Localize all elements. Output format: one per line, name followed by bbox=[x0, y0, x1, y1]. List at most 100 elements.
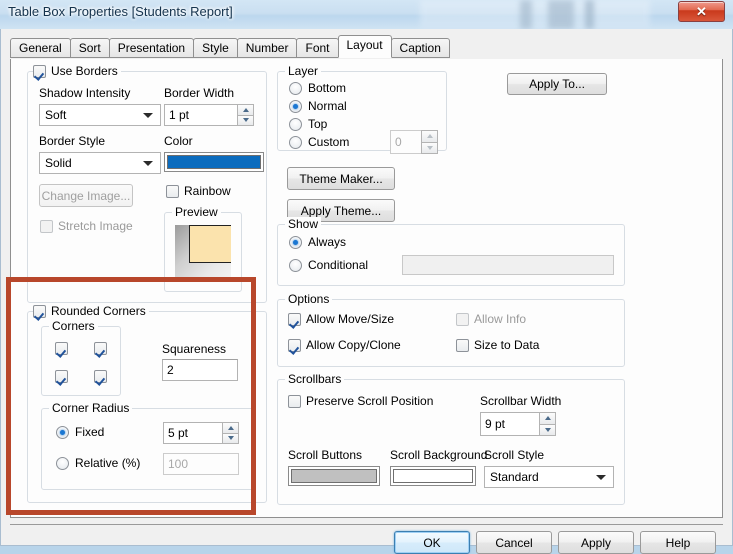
preserve-scroll-position-row[interactable]: Preserve Scroll Position bbox=[288, 394, 433, 408]
stepper-down-button[interactable] bbox=[222, 432, 239, 444]
scroll-style-select[interactable]: Standard bbox=[484, 466, 614, 488]
relative-radius-input[interactable]: 100 bbox=[163, 453, 239, 475]
preview-legend: Preview bbox=[172, 205, 221, 219]
tab-sort[interactable]: Sort bbox=[69, 38, 110, 58]
corner-bottom-left-checkbox[interactable] bbox=[55, 370, 68, 383]
scrollbar-width-value[interactable]: 9 pt bbox=[480, 412, 539, 436]
fixed-radius-spinner[interactable]: 5 pt bbox=[163, 422, 239, 444]
checkbox-icon[interactable] bbox=[288, 338, 301, 352]
chevron-down-icon bbox=[143, 161, 153, 166]
corner-top-right-checkbox[interactable] bbox=[94, 342, 107, 355]
option-allow-copy-clone[interactable]: Allow Copy/Clone bbox=[288, 338, 401, 352]
scrollbars-group: Scrollbars Preserve Scroll Position Scro… bbox=[277, 372, 625, 505]
radio-icon[interactable] bbox=[289, 117, 302, 131]
tab-label: Style bbox=[202, 40, 229, 55]
tab-caption[interactable]: Caption bbox=[390, 38, 450, 58]
fixed-radius-value[interactable]: 5 pt bbox=[163, 422, 222, 444]
radio-icon[interactable] bbox=[289, 81, 302, 95]
border-width-spinner[interactable]: 1 pt bbox=[164, 104, 254, 126]
tab-number[interactable]: Number bbox=[236, 38, 298, 58]
stepper-down-button[interactable] bbox=[539, 423, 556, 436]
show-group: Show Always Conditional bbox=[277, 217, 625, 286]
apply-button[interactable]: Apply bbox=[558, 531, 634, 554]
help-button[interactable]: Help bbox=[640, 531, 716, 554]
tab-general[interactable]: General bbox=[10, 38, 71, 58]
stepper-up-button[interactable] bbox=[222, 422, 239, 433]
scrollbar-width-spinner[interactable]: 9 pt bbox=[480, 412, 556, 436]
tab-layout[interactable]: Layout bbox=[337, 35, 392, 58]
theme-maker-label: Theme Maker... bbox=[299, 171, 383, 186]
stepper-up-button[interactable] bbox=[539, 412, 556, 424]
stretch-image-checkbox-row[interactable]: Stretch Image bbox=[40, 219, 133, 233]
stepper-down-button[interactable] bbox=[421, 141, 438, 154]
theme-maker-button[interactable]: Theme Maker... bbox=[287, 167, 395, 190]
apply-to-button[interactable]: Apply To... bbox=[507, 73, 607, 95]
cancel-button[interactable]: Cancel bbox=[476, 531, 552, 554]
border-preview-fill bbox=[189, 225, 231, 263]
tab-label: Layout bbox=[346, 38, 383, 52]
border-width-value[interactable]: 1 pt bbox=[164, 104, 237, 126]
corner-bottom-right-checkbox[interactable] bbox=[94, 370, 107, 383]
stepper-down-button[interactable] bbox=[237, 114, 254, 126]
show-conditional-input[interactable] bbox=[402, 255, 614, 275]
checkbox-icon[interactable] bbox=[456, 338, 469, 352]
layer-option-normal[interactable]: Normal bbox=[289, 99, 347, 113]
border-color-swatch[interactable] bbox=[164, 152, 264, 172]
checkbox-icon[interactable] bbox=[33, 304, 46, 318]
fixed-radius-stepper[interactable] bbox=[222, 422, 239, 444]
layer-option-top[interactable]: Top bbox=[289, 117, 327, 131]
cancel-label: Cancel bbox=[495, 535, 533, 550]
show-option-always[interactable]: Always bbox=[289, 235, 346, 249]
radio-icon[interactable] bbox=[56, 425, 69, 439]
checkbox-icon[interactable] bbox=[166, 184, 179, 198]
radio-icon[interactable] bbox=[56, 456, 69, 470]
use-borders-checkbox-row[interactable]: Use Borders bbox=[33, 64, 118, 78]
option-allow-move-size[interactable]: Allow Move/Size bbox=[288, 312, 394, 326]
corner-top-left-checkbox[interactable] bbox=[55, 342, 68, 355]
stepper-up-button[interactable] bbox=[421, 130, 438, 142]
checkbox-icon[interactable] bbox=[40, 219, 53, 233]
radio-icon[interactable] bbox=[289, 99, 302, 113]
layer-option-custom[interactable]: Custom bbox=[289, 135, 349, 149]
option-allow-info[interactable]: Allow Info bbox=[456, 312, 526, 326]
scroll-style-label: Scroll Style bbox=[484, 448, 545, 462]
use-borders-group: Use Borders Shadow Intensity Soft Border… bbox=[27, 64, 267, 303]
radio-icon[interactable] bbox=[289, 258, 302, 272]
layer-custom-stepper[interactable] bbox=[421, 130, 438, 154]
chevron-down-icon bbox=[143, 113, 153, 118]
layer-custom-value[interactable]: 0 bbox=[390, 130, 421, 154]
corner-radius-fixed-radio-row[interactable]: Fixed bbox=[56, 425, 104, 439]
corner-radius-relative-radio-row[interactable]: Relative (%) bbox=[56, 456, 140, 470]
radio-icon[interactable] bbox=[289, 135, 302, 149]
border-style-select[interactable]: Solid bbox=[39, 152, 161, 174]
desktop-blur-decoration bbox=[420, 0, 650, 29]
ok-button[interactable]: OK bbox=[394, 531, 470, 554]
squareness-input[interactable]: 2 bbox=[162, 359, 238, 381]
scrollbar-width-stepper[interactable] bbox=[539, 412, 556, 436]
tab-font[interactable]: Font bbox=[296, 38, 339, 58]
layer-option-label: Custom bbox=[308, 135, 350, 149]
rounded-corners-checkbox-row[interactable]: Rounded Corners bbox=[33, 304, 146, 318]
checkbox-icon[interactable] bbox=[456, 312, 469, 326]
layer-custom-spinner[interactable]: 0 bbox=[390, 130, 438, 154]
shadow-intensity-select[interactable]: Soft bbox=[39, 104, 161, 126]
rainbow-checkbox-row[interactable]: Rainbow bbox=[166, 184, 231, 198]
close-window-button[interactable]: ✕ bbox=[678, 1, 725, 22]
scrollbars-legend: Scrollbars bbox=[285, 372, 345, 386]
scroll-buttons-swatch[interactable] bbox=[288, 466, 380, 486]
checkbox-icon[interactable] bbox=[288, 394, 301, 408]
border-width-stepper[interactable] bbox=[237, 104, 254, 126]
stepper-up-button[interactable] bbox=[237, 104, 254, 115]
show-option-conditional[interactable]: Conditional bbox=[289, 258, 368, 272]
checkbox-icon[interactable] bbox=[33, 64, 46, 78]
radio-icon[interactable] bbox=[289, 235, 302, 249]
scroll-background-swatch[interactable] bbox=[390, 466, 476, 486]
tab-presentation[interactable]: Presentation bbox=[108, 38, 195, 58]
checkbox-icon[interactable] bbox=[288, 312, 301, 326]
option-size-to-data[interactable]: Size to Data bbox=[456, 338, 539, 352]
change-image-button[interactable]: Change Image... bbox=[39, 184, 133, 207]
layer-option-bottom[interactable]: Bottom bbox=[289, 81, 346, 95]
option-label: Allow Move/Size bbox=[306, 312, 395, 326]
corner-radius-legend: Corner Radius bbox=[49, 401, 133, 415]
tab-style[interactable]: Style bbox=[193, 38, 238, 58]
